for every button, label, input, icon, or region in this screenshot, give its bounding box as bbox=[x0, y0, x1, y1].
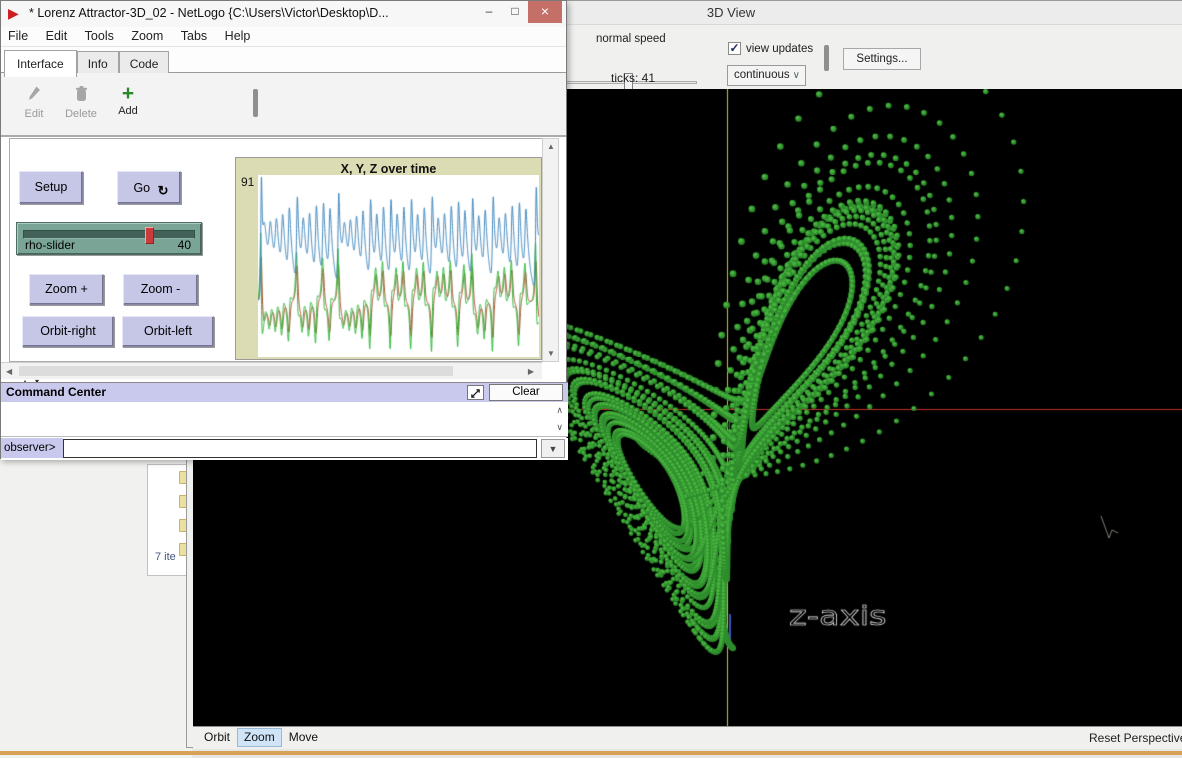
xyz-plot: X, Y, Z over time 91 bbox=[235, 157, 542, 360]
output-scroll-down-icon[interactable]: ∨ bbox=[556, 422, 563, 433]
command-input-row: observer> ▼ bbox=[1, 438, 568, 460]
command-output[interactable]: ∧ ∨ bbox=[1, 402, 568, 437]
history-dropdown-button[interactable]: ▼ bbox=[541, 439, 565, 458]
widget-toolbar: Edit Delete + Add abc Button ▾ bbox=[1, 73, 566, 137]
slider-value: 40 bbox=[178, 238, 191, 252]
command-input[interactable] bbox=[63, 439, 537, 458]
orbit-left-button[interactable]: Orbit-left bbox=[122, 316, 214, 347]
rho-slider[interactable]: rho-slider 40 bbox=[16, 222, 202, 255]
add-widget-button[interactable]: + Add bbox=[111, 85, 145, 117]
tab-interface[interactable]: Interface bbox=[4, 50, 77, 77]
go-button[interactable]: Go ↻ bbox=[117, 171, 181, 204]
close-button[interactable]: × bbox=[528, 1, 562, 23]
clear-button[interactable]: Clear bbox=[489, 384, 563, 401]
window-title: * Lorenz Attractor-3D_02 - NetLogo {C:\U… bbox=[29, 6, 389, 20]
menu-bar: File Edit Tools Zoom Tabs Help bbox=[1, 27, 566, 47]
expand-button[interactable] bbox=[467, 385, 484, 400]
edit-widget-button[interactable]: Edit bbox=[17, 85, 51, 120]
update-mode-dropdown[interactable]: continuous ∨ bbox=[727, 65, 806, 86]
tool-move[interactable]: Move bbox=[282, 728, 325, 747]
taskbar-edge bbox=[0, 751, 1182, 755]
trash-icon bbox=[74, 85, 89, 103]
minimize-button[interactable]: – bbox=[476, 1, 502, 23]
command-center-header: Command Center Clear bbox=[1, 383, 568, 402]
forever-icon: ↻ bbox=[158, 183, 169, 198]
interface-canvas: Setup Go ↻ rho-slider 40 Zoom + Zoom - O… bbox=[9, 138, 542, 362]
tab-info[interactable]: Info bbox=[77, 51, 119, 75]
slider-handle[interactable] bbox=[145, 227, 154, 244]
output-scroll-up-icon[interactable]: ∧ bbox=[556, 405, 563, 416]
scroll-thumb[interactable] bbox=[19, 366, 453, 376]
command-center: Command Center Clear ∧ ∨ observer> ▼ bbox=[1, 382, 568, 459]
view-updates-checkbox[interactable]: ✓ bbox=[728, 42, 741, 55]
separator bbox=[253, 89, 258, 117]
vertical-scrollbar[interactable]: ▲ ▼ bbox=[542, 138, 559, 362]
update-mode-value: continuous bbox=[734, 69, 790, 81]
ticks-counter: ticks: 41 bbox=[611, 71, 655, 85]
menu-zoom[interactable]: Zoom bbox=[124, 27, 170, 45]
reset-perspective-button[interactable]: Reset Perspective bbox=[1089, 731, 1182, 745]
orbit-right-button[interactable]: Orbit-right bbox=[22, 316, 114, 347]
scroll-right-icon[interactable]: ▶ bbox=[528, 367, 534, 376]
maximize-button[interactable]: □ bbox=[502, 1, 528, 23]
chevron-down-icon: ∨ bbox=[793, 66, 800, 85]
plot-ymax-label: 91 bbox=[241, 175, 254, 189]
pencil-icon bbox=[26, 85, 42, 103]
plot-canvas bbox=[258, 175, 539, 357]
expand-icon bbox=[470, 388, 481, 399]
slider-label: rho-slider bbox=[25, 238, 75, 252]
tab-code[interactable]: Code bbox=[119, 51, 170, 75]
settings-button[interactable]: Settings... bbox=[843, 48, 921, 70]
menu-tools[interactable]: Tools bbox=[78, 27, 121, 45]
speed-label: normal speed bbox=[596, 33, 666, 45]
menu-help[interactable]: Help bbox=[218, 27, 258, 45]
scroll-up-icon[interactable]: ▲ bbox=[547, 142, 555, 151]
plot-title: X, Y, Z over time bbox=[236, 162, 541, 176]
check-icon: ✓ bbox=[729, 41, 739, 55]
items-count-label: 7 ite bbox=[155, 551, 176, 563]
zoom-out-button[interactable]: Zoom - bbox=[123, 274, 198, 305]
background-window: 7 ite bbox=[0, 458, 192, 758]
separator bbox=[824, 45, 829, 71]
tab-bar: InterfaceInfoCode bbox=[1, 47, 566, 73]
netlogo-titlebar[interactable]: ▶ * Lorenz Attractor-3D_02 - NetLogo {C:… bbox=[1, 1, 566, 27]
menu-file[interactable]: File bbox=[1, 27, 35, 45]
setup-button[interactable]: Setup bbox=[19, 171, 83, 204]
scroll-down-icon[interactable]: ▼ bbox=[547, 349, 555, 358]
view-updates-label: view updates bbox=[746, 43, 813, 55]
view3d-footer: OrbitZoomMove Reset Perspective bbox=[193, 726, 1182, 749]
tool-orbit[interactable]: Orbit bbox=[197, 728, 237, 747]
netlogo-window: ▶ * Lorenz Attractor-3D_02 - NetLogo {C:… bbox=[0, 0, 567, 459]
horizontal-scrollbar[interactable]: ◀ ▶ bbox=[1, 362, 542, 379]
menu-tabs[interactable]: Tabs bbox=[174, 27, 214, 45]
menu-edit[interactable]: Edit bbox=[39, 27, 75, 45]
plus-icon: + bbox=[111, 85, 145, 103]
observer-prompt: observer> bbox=[1, 438, 63, 458]
tool-zoom[interactable]: Zoom bbox=[237, 728, 282, 747]
netlogo-logo-icon: ▶ bbox=[8, 5, 19, 22]
scroll-left-icon[interactable]: ◀ bbox=[6, 367, 12, 376]
view3d-title: 3D View bbox=[707, 5, 755, 20]
zoom-in-button[interactable]: Zoom + bbox=[29, 274, 104, 305]
delete-widget-button[interactable]: Delete bbox=[59, 85, 103, 120]
